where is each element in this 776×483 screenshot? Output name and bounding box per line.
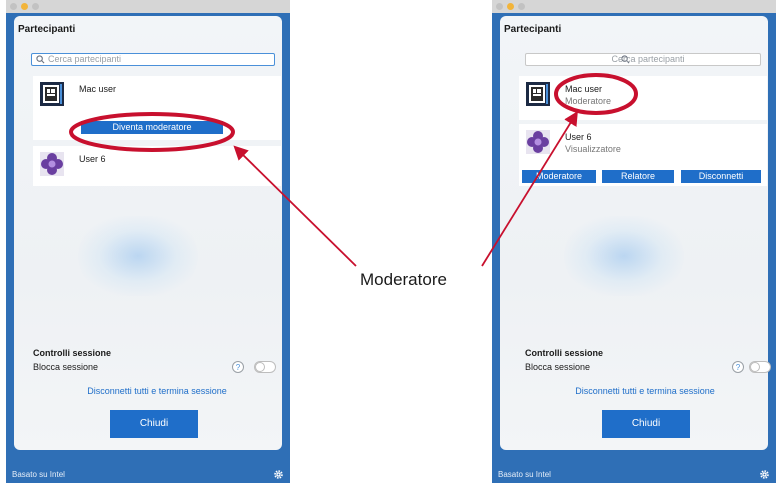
annotation-overlay [69,73,638,267]
callout-arrow-left [233,145,357,267]
highlight-ellipse-right [554,73,638,115]
callout-arrow-right [481,110,578,267]
moderator-callout-label: Moderatore [360,270,447,289]
highlight-ellipse-left [69,112,235,152]
